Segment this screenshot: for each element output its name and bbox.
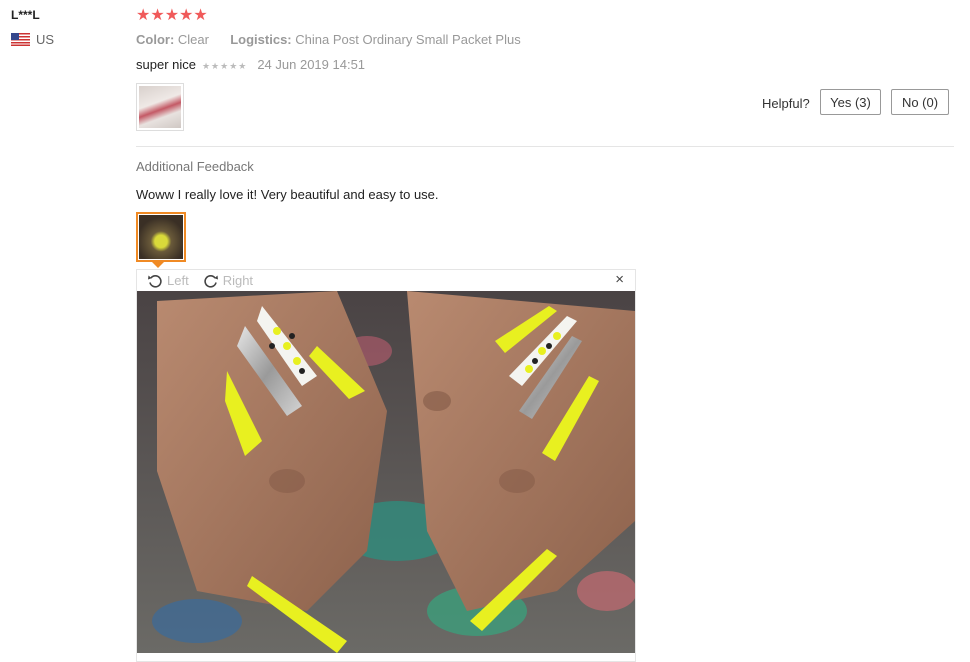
star-rating: ★★★★★ bbox=[136, 7, 208, 25]
rotate-left-label: Left bbox=[167, 273, 189, 288]
helpful-label: Helpful? bbox=[762, 96, 810, 111]
photo-viewer: Left Right × bbox=[136, 269, 636, 662]
rotate-left-button[interactable]: Left bbox=[147, 273, 189, 289]
review-meta: Color: Clear Logistics: China Post Ordin… bbox=[136, 32, 521, 47]
additional-feedback-title: Additional Feedback bbox=[136, 159, 254, 174]
logistics-value: China Post Ordinary Small Packet Plus bbox=[295, 32, 521, 47]
rotate-right-button[interactable]: Right bbox=[203, 273, 253, 289]
reviewer-country: US bbox=[11, 32, 54, 47]
review-photo-thumbnail[interactable] bbox=[136, 83, 184, 131]
us-flag-icon bbox=[11, 33, 30, 46]
comment-mini-stars: ★★★★★ bbox=[201, 61, 248, 71]
nail-photo-illustration bbox=[137, 291, 635, 653]
logistics-label: Logistics: bbox=[230, 32, 292, 47]
helpful-no-button[interactable]: No (0) bbox=[891, 89, 949, 115]
helpful-yes-button[interactable]: Yes (3) bbox=[820, 89, 881, 115]
color-label: Color: bbox=[136, 32, 175, 47]
nail-photo bbox=[137, 291, 635, 653]
divider bbox=[136, 146, 954, 147]
comment-text: super nice bbox=[136, 57, 196, 72]
rating-stars: ★★★★★ bbox=[136, 7, 208, 24]
additional-feedback-text: Woww I really love it! Very beautiful an… bbox=[136, 187, 439, 202]
rotate-right-label: Right bbox=[222, 273, 254, 288]
viewer-toolbar: Left Right × bbox=[137, 270, 635, 291]
color-value: Clear bbox=[177, 32, 209, 47]
feedback-photo-thumbnail[interactable] bbox=[136, 212, 186, 262]
review-comment: super nice ★★★★★ 24 Jun 2019 14:51 bbox=[136, 57, 365, 72]
review-date: 24 Jun 2019 14:51 bbox=[257, 57, 366, 72]
close-icon[interactable]: × bbox=[615, 271, 624, 288]
rotate-right-icon bbox=[204, 274, 218, 288]
reviewer-name: L***L bbox=[11, 8, 40, 22]
thumbnail-pointer bbox=[152, 262, 164, 268]
country-code: US bbox=[36, 32, 55, 47]
rotate-left-icon bbox=[148, 274, 162, 288]
